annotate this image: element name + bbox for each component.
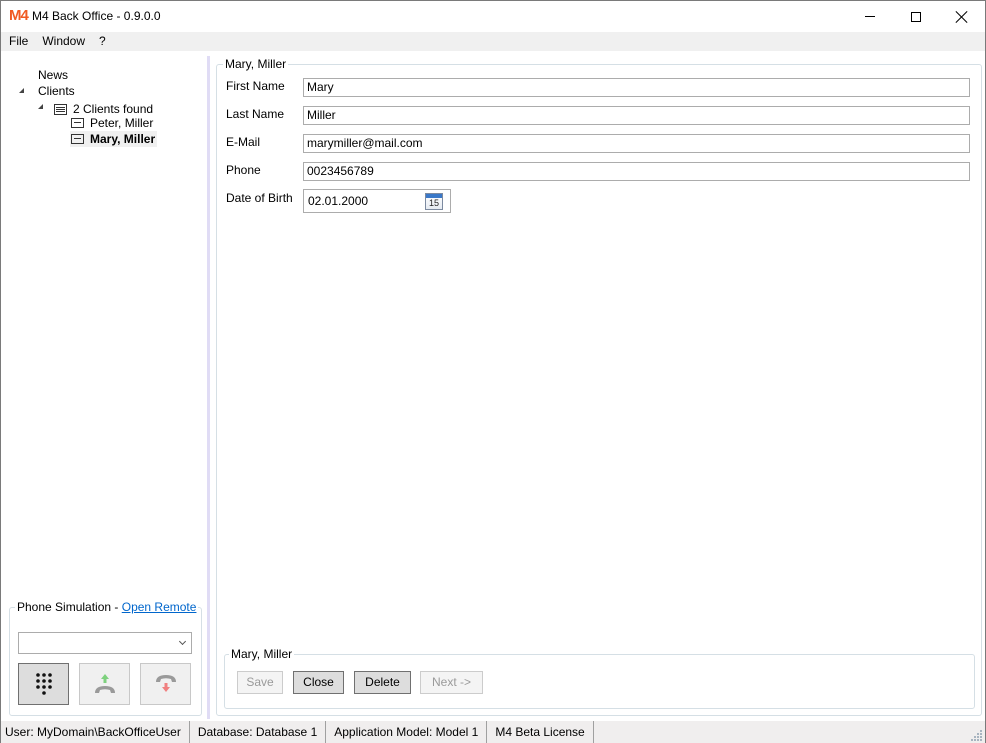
resize-grip-icon[interactable] xyxy=(971,729,982,741)
hang-up-button[interactable] xyxy=(140,663,191,705)
first-name-field[interactable]: Mary xyxy=(303,78,970,97)
actions-group: Mary, Miller Save Close Delete Next -> xyxy=(224,647,975,709)
status-license: M4 Beta License xyxy=(487,721,594,743)
tree-item-label: Mary, Miller xyxy=(90,132,156,146)
close-window-button[interactable] xyxy=(939,1,985,32)
first-name-label: First Name xyxy=(226,79,285,93)
keypad-icon xyxy=(35,673,52,695)
menu-file[interactable]: File xyxy=(1,32,35,51)
maximize-button[interactable] xyxy=(893,1,939,32)
minimize-icon xyxy=(865,16,875,17)
tree-item-news[interactable]: News xyxy=(38,67,68,83)
close-button[interactable]: Close xyxy=(293,671,344,694)
date-of-birth-label: Date of Birth xyxy=(226,191,293,205)
calendar-button[interactable]: 15 xyxy=(425,193,443,210)
keypad-button[interactable] xyxy=(18,663,69,705)
status-database: Database: Database 1 xyxy=(190,721,327,743)
accept-call-button[interactable] xyxy=(79,663,130,705)
phone-simulation-group: Phone Simulation - Open Remote xyxy=(9,600,202,716)
tree-item-client[interactable]: Peter, Miller xyxy=(71,115,153,131)
last-name-label: Last Name xyxy=(226,107,285,121)
status-bar: User: MyDomain\BackOfficeUser Database: … xyxy=(1,721,985,743)
phone-label: Phone xyxy=(226,163,261,177)
record-icon xyxy=(71,134,84,144)
status-user: User: MyDomain\BackOfficeUser xyxy=(1,721,190,743)
panel-splitter[interactable] xyxy=(207,56,210,719)
tree-item-clients[interactable]: Clients xyxy=(19,83,99,99)
minimize-button[interactable] xyxy=(847,1,893,32)
record-icon xyxy=(71,118,84,128)
tree-item-label: Clients xyxy=(38,84,75,98)
actions-title: Mary, Miller xyxy=(229,647,295,662)
phone-line-select[interactable] xyxy=(18,632,192,654)
tree-item-label: News xyxy=(38,68,69,82)
calendar-day: 15 xyxy=(428,198,439,208)
expand-arrow-icon[interactable] xyxy=(19,88,24,93)
tree-item-client-selected[interactable]: Mary, Miller xyxy=(70,131,158,147)
menu-help[interactable]: ? xyxy=(92,32,113,51)
email-field[interactable]: marymiller@mail.com xyxy=(303,134,970,153)
next-button[interactable]: Next -> xyxy=(420,671,483,694)
tree-item-clients-found[interactable]: 2 Clients found xyxy=(38,99,188,116)
phone-hangup-icon xyxy=(155,675,176,692)
maximize-icon xyxy=(911,11,921,22)
last-name-field[interactable]: Miller xyxy=(303,106,970,125)
client-detail-title: Mary, Miller xyxy=(223,57,289,72)
tree-item-label: Peter, Miller xyxy=(90,116,154,130)
close-icon xyxy=(956,11,968,23)
menu-bar: File Window ? xyxy=(1,32,985,51)
phone-pickup-icon xyxy=(94,674,115,693)
phone-field[interactable]: 0023456789 xyxy=(303,162,970,181)
date-of-birth-value: 02.01.2000 xyxy=(308,194,369,208)
window-title: M4 Back Office - 0.9.0.0 xyxy=(32,9,161,23)
expand-arrow-icon[interactable] xyxy=(38,104,43,109)
app-window: M4 M4 Back Office - 0.9.0.0 File Window … xyxy=(0,0,986,743)
client-detail-group: Mary, Miller First Name Mary Last Name M… xyxy=(216,57,982,716)
status-application-model: Application Model: Model 1 xyxy=(326,721,488,743)
phone-simulation-title: Phone Simulation - xyxy=(17,600,122,614)
save-button[interactable]: Save xyxy=(237,671,283,694)
date-of-birth-picker[interactable]: 02.01.2000 15 xyxy=(303,189,451,213)
menu-window[interactable]: Window xyxy=(35,32,92,51)
phone-simulation-header: Phone Simulation - Open Remote xyxy=(15,600,199,615)
list-icon xyxy=(54,103,67,115)
delete-button[interactable]: Delete xyxy=(354,671,411,694)
open-remote-link[interactable]: Open Remote xyxy=(122,600,197,614)
app-logo-icon: M4 xyxy=(9,7,29,24)
chevron-down-icon xyxy=(178,637,187,646)
title-bar[interactable]: M4 M4 Back Office - 0.9.0.0 xyxy=(1,1,985,32)
email-label: E-Mail xyxy=(226,135,261,149)
navigation-panel: News Clients 2 Clients found Peter, Mill… xyxy=(1,51,207,719)
